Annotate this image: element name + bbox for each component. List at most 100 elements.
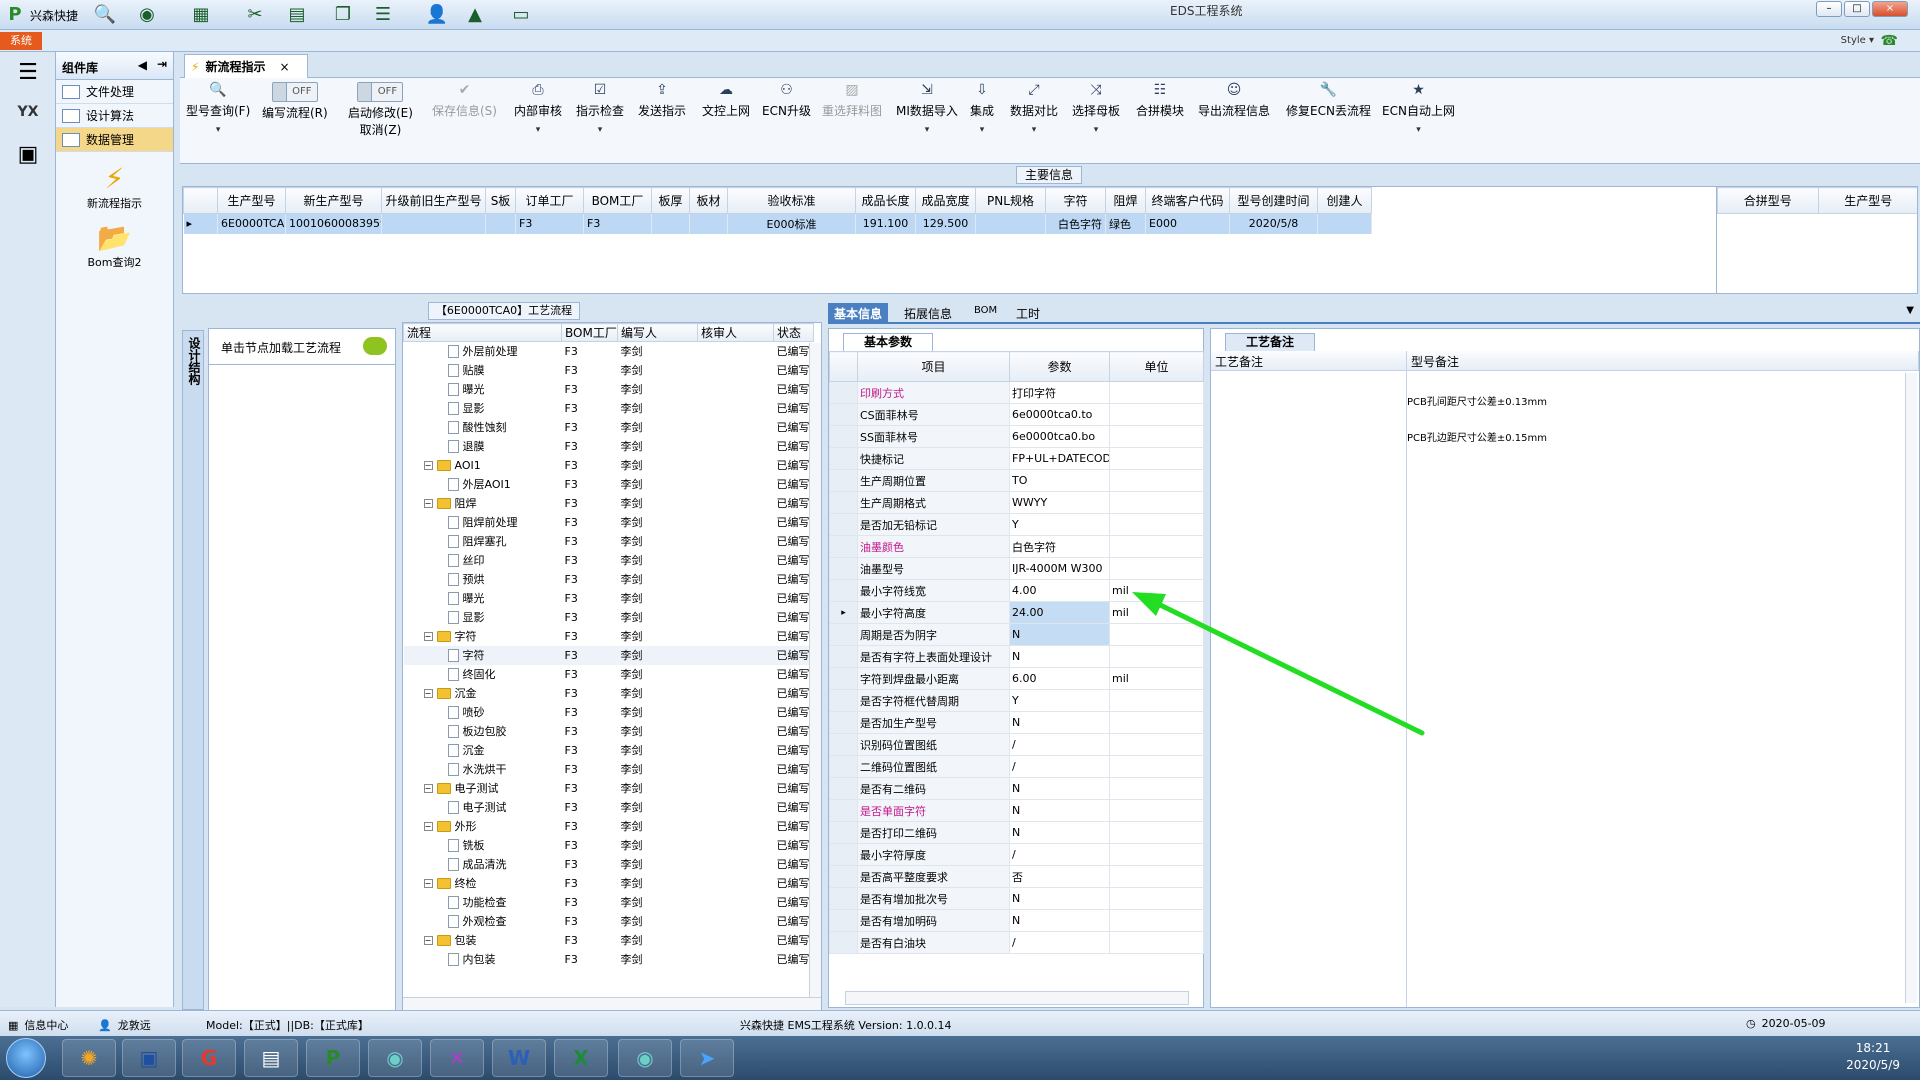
system-menu[interactable]: 系统 — [0, 32, 42, 50]
ecn-auto-online-button[interactable]: ★ ECN自动上网 ▾ — [1382, 82, 1455, 135]
tree-row[interactable]: 铣板 F3 李剑 已编写 — [404, 836, 814, 855]
notes-scrollbar[interactable] — [1905, 373, 1917, 1003]
param-value[interactable]: 24.00 — [1009, 601, 1110, 624]
param-value[interactable]: TO — [1009, 469, 1110, 492]
column-header[interactable]: 核审人 — [697, 323, 774, 342]
dropdown-arrow-icon[interactable]: ▾ — [216, 125, 221, 135]
table-cell[interactable] — [689, 213, 728, 234]
tree-row[interactable]: 显影 F3 李剑 已编写 — [404, 608, 814, 627]
tree-row[interactable]: 丝印 F3 李剑 已编写 — [404, 551, 814, 570]
close-button[interactable]: × — [1872, 1, 1908, 17]
param-row[interactable]: 最小字符线宽 4.00 mil — [829, 579, 1204, 602]
param-value[interactable]: N — [1009, 821, 1110, 844]
param-value[interactable]: IJR-4000M W300 — [1009, 557, 1110, 580]
tree-row[interactable]: 酸性蚀刻 F3 李剑 已编写 — [404, 418, 814, 437]
tree-row[interactable]: − AOI1 F3 李剑 已编写 — [404, 456, 814, 475]
column-header[interactable]: BOM工厂 — [583, 187, 652, 214]
dropdown-arrow-icon[interactable]: ▾ — [1094, 125, 1099, 135]
copy-icon[interactable]: ❐ — [330, 2, 356, 26]
dropdown-arrow-icon[interactable]: ▾ — [980, 125, 985, 135]
tab-process-notes[interactable]: 工艺备注 — [1225, 333, 1315, 351]
collapse-icon[interactable]: − — [423, 878, 433, 888]
monitor-icon[interactable]: ▭ — [508, 2, 534, 26]
tree-row[interactable]: 预烘 F3 李剑 已编写 — [404, 570, 814, 589]
write-flow-toggle[interactable]: OFF 编写流程(R) — [262, 82, 328, 121]
param-row[interactable]: 是否单面字符 N — [829, 799, 1204, 822]
taskbar-app-x-icon[interactable]: ✕ — [430, 1039, 484, 1077]
param-row[interactable]: 是否加无铅标记 Y — [829, 513, 1204, 536]
param-value[interactable]: N — [1009, 799, 1110, 822]
param-value[interactable]: 打印字符 — [1009, 381, 1110, 404]
param-row[interactable]: 最小字符厚度 / — [829, 843, 1204, 866]
param-row[interactable]: SS面菲林号 6e0000tca0.bo — [829, 425, 1204, 448]
table-cell[interactable] — [1317, 213, 1372, 234]
table-icon[interactable]: ▦ — [188, 2, 214, 26]
send-instruction-button[interactable]: ⇪ 发送指示 — [638, 82, 686, 119]
table-cell[interactable]: 129.500 — [915, 213, 976, 234]
chevron-down-icon[interactable]: ▼ — [1900, 303, 1920, 323]
tree-row[interactable]: 字符 F3 李剑 已编写 — [403, 645, 814, 665]
param-value[interactable]: Y — [1009, 513, 1110, 536]
column-header[interactable]: 工艺备注 — [1211, 351, 1407, 370]
widget-item-file[interactable]: 文件处理 — [56, 80, 173, 104]
table-cell[interactable]: E000标准 — [727, 213, 856, 234]
param-value[interactable]: N — [1009, 623, 1110, 646]
collapse-icon[interactable]: − — [423, 783, 433, 793]
column-header[interactable]: 板材 — [689, 187, 728, 214]
taskbar-app-word-icon[interactable]: W — [492, 1039, 546, 1077]
param-row[interactable]: 快捷标记 FP+UL+DATECODE — [829, 447, 1204, 470]
column-header[interactable]: 编写人 — [617, 323, 698, 342]
param-row[interactable]: 是否有二维码 N — [829, 777, 1204, 800]
taskbar-app-save-icon[interactable]: ▣ — [122, 1039, 176, 1077]
calculator-icon[interactable]: ▣ — [10, 138, 46, 170]
tree-row[interactable]: 终固化 F3 李剑 已编写 — [404, 665, 814, 684]
save-info-button[interactable]: ✔ 保存信息(S) — [432, 82, 497, 119]
column-header[interactable]: BOM工厂 — [561, 323, 618, 342]
column-header[interactable]: 终端客户代码 — [1145, 187, 1230, 214]
table-cell[interactable]: F3 — [515, 213, 584, 234]
param-value[interactable]: 6e0000tca0.to — [1009, 403, 1110, 426]
tree-row[interactable]: − 阻焊 F3 李剑 已编写 — [404, 494, 814, 513]
column-header[interactable]: 状态 — [773, 323, 814, 342]
tree-row[interactable]: 阻焊塞孔 F3 李剑 已编写 — [404, 532, 814, 551]
column-header[interactable]: 验收标准 — [727, 187, 856, 214]
param-value[interactable]: N — [1009, 711, 1110, 734]
table-cell[interactable]: 绿色 — [1105, 213, 1146, 234]
repair-ecn-button[interactable]: 🔧 修复ECN丢流程 — [1286, 82, 1371, 119]
param-row[interactable]: 是否有字符上表面处理设计 N — [829, 645, 1204, 668]
column-header[interactable]: 升级前旧生产型号 — [381, 187, 486, 214]
collapse-icon[interactable]: − — [423, 498, 433, 508]
table-cell[interactable]: 191.100 — [855, 213, 916, 234]
tab-basic-info[interactable]: 基本信息 — [828, 303, 889, 323]
taskbar-app-arrow-icon[interactable]: ➤ — [680, 1039, 734, 1077]
table-row[interactable]: ▸ 6E0000TCA0 10010600083959 F3 F3 E000标准… — [183, 213, 1717, 234]
tab-new-flow[interactable]: ⚡ 新流程指示 × — [184, 54, 308, 78]
param-value[interactable]: WWYY — [1009, 491, 1110, 514]
list-icon[interactable]: ☰ — [370, 2, 396, 26]
column-header[interactable]: 合拼型号 — [1717, 187, 1819, 214]
param-value[interactable]: N — [1009, 887, 1110, 910]
toggle-switch[interactable]: OFF — [357, 82, 404, 102]
column-header[interactable]: 型号备注 — [1407, 351, 1919, 370]
param-value[interactable]: N — [1009, 777, 1110, 800]
column-header[interactable]: 型号创建时间 — [1229, 187, 1318, 214]
table-cell[interactable]: 白色字符 — [1045, 213, 1106, 234]
column-header[interactable]: 生产型号 — [1817, 187, 1917, 214]
column-header[interactable]: 单位 — [1109, 351, 1204, 382]
instruction-check-button[interactable]: ☑ 指示检查 ▾ — [576, 82, 624, 135]
collapse-icon[interactable]: − — [423, 688, 433, 698]
cancel-label[interactable]: 取消(Z) — [360, 121, 402, 138]
param-value[interactable]: N — [1009, 645, 1110, 668]
column-header[interactable]: 板厚 — [651, 187, 690, 214]
tree-row[interactable]: 水洗烘干 F3 李剑 已编写 — [404, 760, 814, 779]
param-value[interactable]: 6e0000tca0.bo — [1009, 425, 1110, 448]
tab-basic-params[interactable]: 基本参数 — [843, 333, 933, 351]
tree-row[interactable]: 内包装 F3 李剑 已编写 — [404, 950, 814, 969]
tree-row[interactable]: 外层前处理 F3 李剑 已编写 — [404, 342, 814, 361]
param-row[interactable]: 是否有增加明码 N — [829, 909, 1204, 932]
param-row[interactable]: 印刷方式 打印字符 — [829, 381, 1204, 404]
tree-row[interactable]: 显影 F3 李剑 已编写 — [404, 399, 814, 418]
column-header[interactable]: 生产型号 — [217, 187, 286, 214]
chart-icon[interactable]: ▲ — [462, 2, 488, 26]
tree-row[interactable]: − 包装 F3 李剑 已编写 — [404, 931, 814, 950]
